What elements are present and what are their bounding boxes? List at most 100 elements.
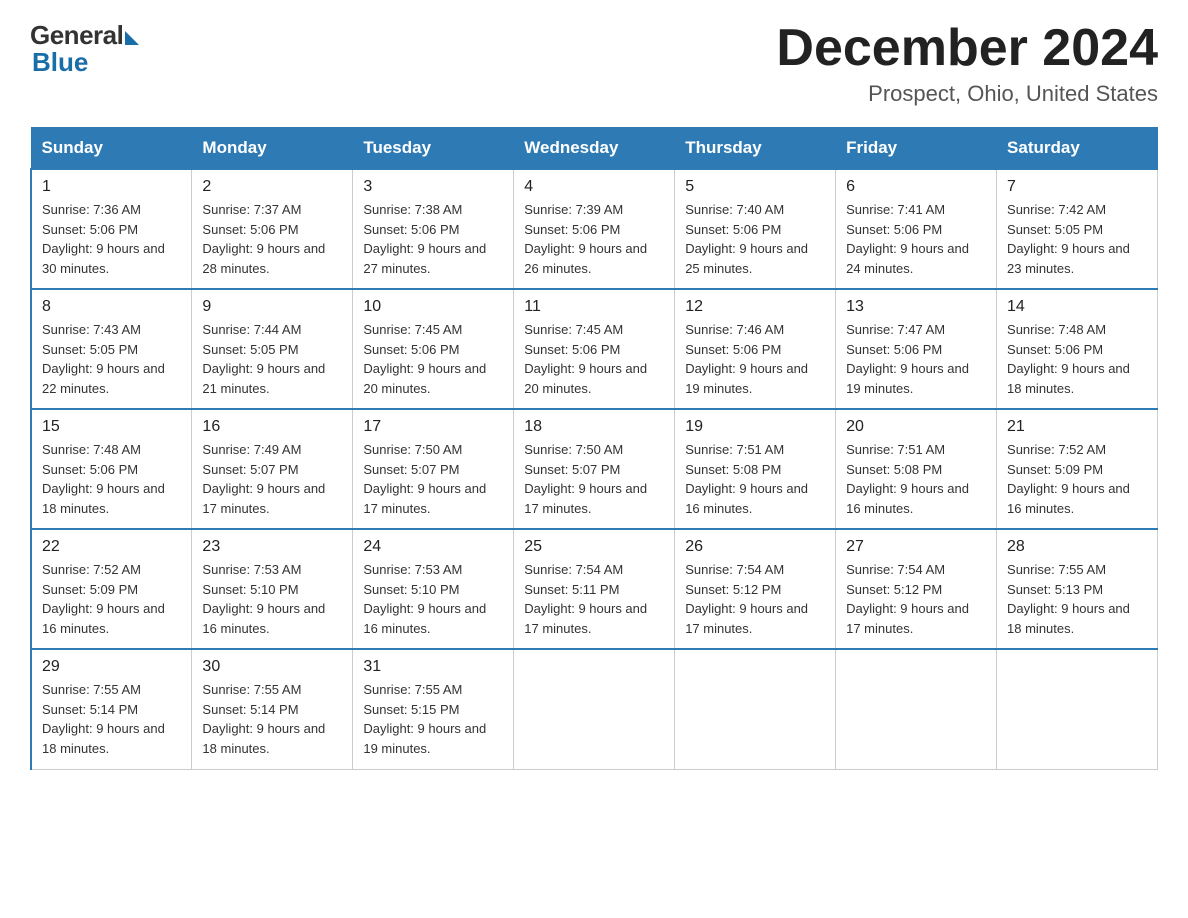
day-number: 12 (685, 298, 825, 316)
week-row-4: 22 Sunrise: 7:52 AMSunset: 5:09 PMDayligh… (31, 529, 1158, 649)
day-number: 21 (1007, 418, 1147, 436)
day-info: Sunrise: 7:48 AMSunset: 5:06 PMDaylight:… (1007, 320, 1147, 398)
day-info: Sunrise: 7:38 AMSunset: 5:06 PMDaylight:… (363, 200, 503, 278)
day-number: 16 (202, 418, 342, 436)
day-info: Sunrise: 7:40 AMSunset: 5:06 PMDaylight:… (685, 200, 825, 278)
day-info: Sunrise: 7:54 AMSunset: 5:12 PMDaylight:… (685, 560, 825, 638)
calendar-title: December 2024 (776, 20, 1158, 77)
day-cell (836, 649, 997, 769)
calendar-body: 1Sunrise: 7:36 AMSunset: 5:06 PMDaylight… (31, 169, 1158, 769)
day-cell: 20 Sunrise: 7:51 AMSunset: 5:08 PMDayligh… (836, 409, 997, 529)
logo-arrow-icon (125, 31, 139, 45)
day-number: 31 (363, 658, 503, 676)
day-info: Sunrise: 7:51 AMSunset: 5:08 PMDaylight:… (846, 440, 986, 518)
day-cell: 25 Sunrise: 7:54 AMSunset: 5:11 PMDayligh… (514, 529, 675, 649)
header-day-tuesday: Tuesday (353, 128, 514, 170)
day-number: 25 (524, 538, 664, 556)
week-row-5: 29 Sunrise: 7:55 AMSunset: 5:14 PMDayligh… (31, 649, 1158, 769)
day-info: Sunrise: 7:47 AMSunset: 5:06 PMDaylight:… (846, 320, 986, 398)
day-info: Sunrise: 7:45 AMSunset: 5:06 PMDaylight:… (363, 320, 503, 398)
day-cell: 10 Sunrise: 7:45 AMSunset: 5:06 PMDayligh… (353, 289, 514, 409)
day-info: Sunrise: 7:43 AMSunset: 5:05 PMDaylight:… (42, 320, 181, 398)
day-number: 15 (42, 418, 181, 436)
day-cell: 27Sunrise: 7:54 AMSunset: 5:12 PMDayligh… (836, 529, 997, 649)
day-number: 9 (202, 298, 342, 316)
header-day-saturday: Saturday (997, 128, 1158, 170)
day-number: 8 (42, 298, 181, 316)
calendar-subtitle: Prospect, Ohio, United States (776, 81, 1158, 107)
day-cell: 18 Sunrise: 7:50 AMSunset: 5:07 PMDayligh… (514, 409, 675, 529)
calendar-table: SundayMondayTuesdayWednesdayThursdayFrid… (30, 127, 1158, 770)
day-cell: 15Sunrise: 7:48 AMSunset: 5:06 PMDayligh… (31, 409, 192, 529)
day-number: 26 (685, 538, 825, 556)
day-cell: 21 Sunrise: 7:52 AMSunset: 5:09 PMDayligh… (997, 409, 1158, 529)
week-row-2: 8 Sunrise: 7:43 AMSunset: 5:05 PMDaylight… (31, 289, 1158, 409)
day-cell: 31 Sunrise: 7:55 AMSunset: 5:15 PMDayligh… (353, 649, 514, 769)
day-cell (514, 649, 675, 769)
day-number: 11 (524, 298, 664, 316)
day-info: Sunrise: 7:55 AMSunset: 5:13 PMDaylight:… (1007, 560, 1147, 638)
day-cell: 28 Sunrise: 7:55 AMSunset: 5:13 PMDayligh… (997, 529, 1158, 649)
day-number: 24 (363, 538, 503, 556)
header-day-sunday: Sunday (31, 128, 192, 170)
day-cell: 3 Sunrise: 7:38 AMSunset: 5:06 PMDaylight… (353, 169, 514, 289)
header-day-wednesday: Wednesday (514, 128, 675, 170)
day-cell: 30 Sunrise: 7:55 AMSunset: 5:14 PMDayligh… (192, 649, 353, 769)
day-cell: 4Sunrise: 7:39 AMSunset: 5:06 PMDaylight… (514, 169, 675, 289)
day-number: 30 (202, 658, 342, 676)
header-day-thursday: Thursday (675, 128, 836, 170)
day-info: Sunrise: 7:42 AMSunset: 5:05 PMDaylight:… (1007, 200, 1147, 278)
day-number: 4 (524, 178, 664, 196)
day-info: Sunrise: 7:46 AMSunset: 5:06 PMDaylight:… (685, 320, 825, 398)
day-cell: 22 Sunrise: 7:52 AMSunset: 5:09 PMDayligh… (31, 529, 192, 649)
day-cell: 26 Sunrise: 7:54 AMSunset: 5:12 PMDayligh… (675, 529, 836, 649)
title-area: December 2024 Prospect, Ohio, United Sta… (776, 20, 1158, 107)
day-number: 18 (524, 418, 664, 436)
day-cell: 6Sunrise: 7:41 AMSunset: 5:06 PMDaylight… (836, 169, 997, 289)
day-number: 20 (846, 418, 986, 436)
day-number: 28 (1007, 538, 1147, 556)
day-cell: 23 Sunrise: 7:53 AMSunset: 5:10 PMDayligh… (192, 529, 353, 649)
day-cell: 7Sunrise: 7:42 AMSunset: 5:05 PMDaylight… (997, 169, 1158, 289)
day-number: 5 (685, 178, 825, 196)
day-cell: 11 Sunrise: 7:45 AMSunset: 5:06 PMDayligh… (514, 289, 675, 409)
day-cell: 12 Sunrise: 7:46 AMSunset: 5:06 PMDayligh… (675, 289, 836, 409)
day-cell: 19Sunrise: 7:51 AMSunset: 5:08 PMDayligh… (675, 409, 836, 529)
day-info: Sunrise: 7:50 AMSunset: 5:07 PMDaylight:… (363, 440, 503, 518)
day-info: Sunrise: 7:53 AMSunset: 5:10 PMDaylight:… (202, 560, 342, 638)
day-number: 13 (846, 298, 986, 316)
day-info: Sunrise: 7:55 AMSunset: 5:14 PMDaylight:… (202, 680, 342, 758)
day-info: Sunrise: 7:45 AMSunset: 5:06 PMDaylight:… (524, 320, 664, 398)
day-number: 22 (42, 538, 181, 556)
header-day-friday: Friday (836, 128, 997, 170)
day-cell: 14 Sunrise: 7:48 AMSunset: 5:06 PMDayligh… (997, 289, 1158, 409)
day-info: Sunrise: 7:53 AMSunset: 5:10 PMDaylight:… (363, 560, 503, 638)
day-cell: 29 Sunrise: 7:55 AMSunset: 5:14 PMDayligh… (31, 649, 192, 769)
day-number: 23 (202, 538, 342, 556)
day-info: Sunrise: 7:52 AMSunset: 5:09 PMDaylight:… (1007, 440, 1147, 518)
day-info: Sunrise: 7:54 AMSunset: 5:11 PMDaylight:… (524, 560, 664, 638)
day-number: 29 (42, 658, 181, 676)
day-info: Sunrise: 7:49 AMSunset: 5:07 PMDaylight:… (202, 440, 342, 518)
day-info: Sunrise: 7:52 AMSunset: 5:09 PMDaylight:… (42, 560, 181, 638)
day-number: 3 (363, 178, 503, 196)
day-number: 6 (846, 178, 986, 196)
day-info: Sunrise: 7:55 AMSunset: 5:14 PMDaylight:… (42, 680, 181, 758)
day-info: Sunrise: 7:54 AMSunset: 5:12 PMDaylight:… (846, 560, 986, 638)
week-row-1: 1Sunrise: 7:36 AMSunset: 5:06 PMDaylight… (31, 169, 1158, 289)
logo: General Blue (30, 20, 139, 78)
day-cell: 8 Sunrise: 7:43 AMSunset: 5:05 PMDaylight… (31, 289, 192, 409)
day-cell: 9Sunrise: 7:44 AMSunset: 5:05 PMDaylight… (192, 289, 353, 409)
day-cell (675, 649, 836, 769)
day-cell: 17Sunrise: 7:50 AMSunset: 5:07 PMDayligh… (353, 409, 514, 529)
day-cell: 24 Sunrise: 7:53 AMSunset: 5:10 PMDayligh… (353, 529, 514, 649)
header-day-monday: Monday (192, 128, 353, 170)
day-info: Sunrise: 7:36 AMSunset: 5:06 PMDaylight:… (42, 200, 181, 278)
day-number: 2 (202, 178, 342, 196)
day-cell: 5 Sunrise: 7:40 AMSunset: 5:06 PMDaylight… (675, 169, 836, 289)
day-number: 14 (1007, 298, 1147, 316)
day-info: Sunrise: 7:55 AMSunset: 5:15 PMDaylight:… (363, 680, 503, 758)
logo-blue-text: Blue (32, 47, 88, 78)
day-number: 10 (363, 298, 503, 316)
day-info: Sunrise: 7:50 AMSunset: 5:07 PMDaylight:… (524, 440, 664, 518)
